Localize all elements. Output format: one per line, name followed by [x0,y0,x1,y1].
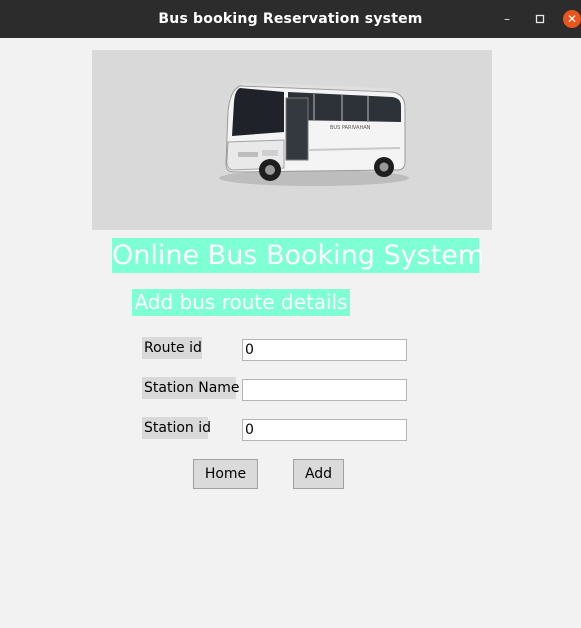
page-title: Online Bus Booking System [112,238,485,273]
station-name-field[interactable] [242,379,407,401]
route-id-field[interactable] [242,339,407,361]
section-subtitle: Add bus route details [132,289,350,316]
bus-icon: BUS PARIVAHAN [219,82,409,186]
bus-banner-image: BUS PARIVAHAN [92,50,492,230]
station-id-label: Station id [142,417,211,439]
close-icon[interactable]: ✕ [563,10,581,28]
minimize-icon[interactable]: – [499,11,515,27]
home-button[interactable]: Home [193,459,258,489]
add-button[interactable]: Add [293,459,344,489]
route-id-label: Route id [142,337,202,359]
maximize-icon[interactable] [532,11,548,27]
window-titlebar: Bus booking Reservation system – ✕ [0,0,581,38]
station-name-label: Station Name [142,377,240,399]
station-id-field[interactable] [242,419,407,441]
window-title: Bus booking Reservation system [158,11,423,27]
bus-side-text: BUS PARIVAHAN [330,125,371,131]
